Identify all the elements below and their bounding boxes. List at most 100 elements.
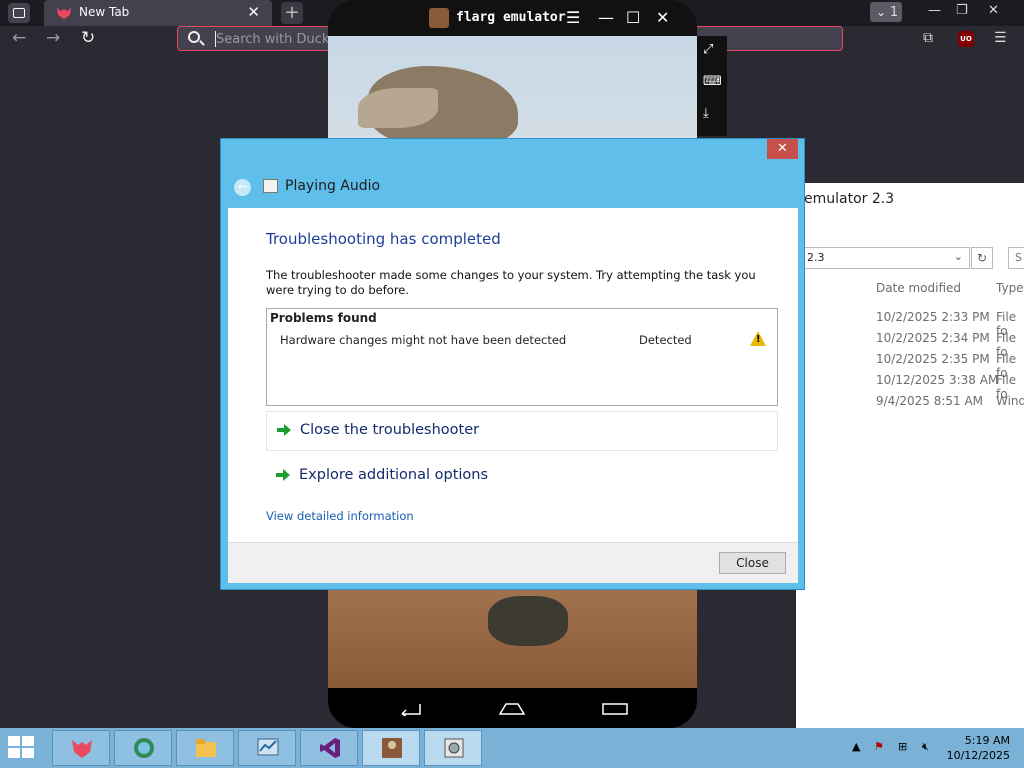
tab-count: 1 (889, 5, 899, 20)
android-nav-bar (328, 688, 697, 728)
chevron-down-icon[interactable]: ⌄ (954, 250, 963, 263)
problems-header: Problems found (270, 311, 377, 325)
windows-logo-icon (8, 748, 20, 758)
row-date[interactable]: 10/2/2025 2:35 PM (876, 352, 990, 366)
tab-list-button[interactable]: ⌄ 1 (870, 2, 902, 22)
dialog-footer: Close (228, 542, 798, 583)
troubleshooter-dialog: ✕ ← Playing Audio Troubleshooting has co… (220, 138, 805, 590)
explorer-address-text: 2.3 (807, 251, 825, 264)
forward-arrow-icon[interactable]: → (46, 28, 60, 48)
emulator-title: flarg emulator (456, 10, 566, 25)
refresh-icon[interactable]: ↻ (971, 247, 993, 269)
warning-icon (750, 331, 766, 346)
green-arrow-icon (276, 468, 290, 482)
taskbar-troubleshooter[interactable] (424, 730, 482, 766)
emulator-minimize-icon[interactable]: — (598, 8, 614, 27)
taskbar-clock[interactable]: 5:19 AM 10/12/2025 (940, 733, 1010, 763)
volume-muted-icon[interactable]: 🔇︎ (922, 740, 929, 754)
firefox-icon (72, 740, 92, 758)
network-icon[interactable]: ⊞ (898, 740, 907, 753)
extensions-puzzle-icon[interactable]: ⧉ (923, 30, 933, 46)
emulator-side-toolbar: ⤢ ⌨ ⤓ (697, 36, 727, 136)
download-apk-icon[interactable]: ⤓ (703, 106, 709, 121)
option-label: Close the troubleshooter (300, 422, 480, 438)
minimize-icon[interactable]: — (928, 3, 941, 18)
reload-icon[interactable]: ↻ (81, 28, 95, 48)
close-window-icon[interactable]: ✕ (988, 3, 999, 18)
view-detailed-information-link[interactable]: View detailed information (266, 509, 414, 523)
explorer-search-box[interactable]: S (1008, 247, 1024, 269)
start-button[interactable] (8, 736, 36, 760)
tab-new-tab[interactable]: New Tab ✕ (44, 0, 272, 26)
emulator-close-icon[interactable]: ✕ (656, 8, 669, 27)
close-button[interactable]: Close (719, 552, 786, 574)
tab-overview-button[interactable] (8, 3, 30, 23)
visual-studio-icon (320, 738, 340, 758)
monitor-chart-icon (257, 738, 279, 756)
problem-description: Hardware changes might not have been det… (280, 333, 567, 347)
vulture-feet-image (488, 596, 568, 646)
dialog-message: The troubleshooter made some changes to … (266, 268, 756, 297)
clock-date: 10/12/2025 (946, 749, 1010, 762)
folder-icon (196, 739, 216, 757)
close-troubleshooter-option[interactable]: Close the troubleshooter (266, 411, 778, 451)
problems-found-box: Problems found Hardware changes might no… (266, 308, 778, 406)
row-type[interactable]: Wind (996, 394, 1024, 408)
dialog-heading: Troubleshooting has completed (266, 230, 501, 248)
row-date[interactable]: 10/2/2025 2:34 PM (876, 331, 990, 345)
vulture-beak-image (358, 88, 438, 128)
restore-icon[interactable]: ❐ (956, 3, 968, 18)
explorer-address-bar[interactable]: 2.3 ⌄ (796, 247, 970, 269)
windows-logo-icon (22, 748, 34, 758)
taskbar-flarg-emulator[interactable] (362, 730, 420, 766)
action-center-flag-icon[interactable]: ⚑ (874, 740, 884, 753)
dialog-app-title: Playing Audio (285, 178, 381, 194)
firefox-fox-icon (57, 8, 71, 19)
chevron-up-icon[interactable]: ▲ (852, 740, 860, 753)
back-arrow-icon[interactable]: ← (12, 28, 26, 48)
back-arrow-icon[interactable]: ← (234, 179, 251, 196)
new-tab-button[interactable]: + (281, 2, 303, 24)
hamburger-menu-icon[interactable]: ☰ (994, 30, 1007, 46)
fullscreen-icon[interactable]: ⤢ (703, 42, 713, 57)
keyboard-icon[interactable]: ⌨ (703, 74, 722, 89)
taskbar-visual-studio[interactable] (300, 730, 358, 766)
file-explorer-window: emulator 2.3 2.3 ⌄ ↻ S Date modified Typ… (796, 183, 1024, 728)
globe-icon (134, 738, 154, 758)
android-home-icon[interactable] (498, 702, 526, 716)
emulator-menu-icon[interactable]: ☰ (566, 8, 580, 27)
windows-logo-icon (8, 736, 20, 746)
row-date[interactable]: 9/4/2025 8:51 AM (876, 394, 983, 408)
green-arrow-icon (277, 423, 291, 437)
windows-taskbar: ▲ ⚑ ⊞ 🔇︎ 5:19 AM 10/12/2025 (0, 728, 1024, 768)
tab-title: New Tab (79, 5, 130, 19)
ublock-origin-icon[interactable]: UO (958, 31, 974, 47)
tab-close-button[interactable]: ✕ (247, 3, 260, 21)
row-date[interactable]: 10/2/2025 2:33 PM (876, 310, 990, 324)
android-recents-icon[interactable] (602, 703, 628, 715)
explorer-title: emulator 2.3 (804, 191, 895, 207)
problem-status: Detected (639, 333, 692, 347)
dialog-body: Troubleshooting has completed The troubl… (228, 208, 798, 583)
windows-logo-icon (22, 736, 34, 746)
taskbar-network[interactable] (114, 730, 172, 766)
taskbar-firefox[interactable] (52, 730, 110, 766)
taskbar-file-explorer[interactable] (176, 730, 234, 766)
option-label: Explore additional options (299, 467, 489, 483)
emulator-icon (382, 738, 402, 758)
emulator-titlebar: flarg emulator ☰ — ☐ ✕ (328, 0, 697, 36)
android-back-icon[interactable] (396, 702, 422, 716)
emulator-logo-icon (429, 8, 449, 28)
explore-options-option[interactable]: Explore additional options (266, 457, 778, 497)
tab-overview-icon (13, 8, 25, 18)
taskbar-system-monitor[interactable] (238, 730, 296, 766)
dialog-close-icon[interactable]: ✕ (767, 139, 798, 159)
troubleshooter-icon (444, 738, 464, 758)
emulator-maximize-icon[interactable]: ☐ (626, 8, 640, 27)
column-header-type[interactable]: Type (996, 281, 1024, 295)
column-header-date[interactable]: Date modified (876, 281, 961, 295)
search-icon (188, 31, 200, 43)
clock-time: 5:19 AM (964, 734, 1010, 747)
audio-troubleshooter-icon (263, 179, 278, 193)
row-date[interactable]: 10/12/2025 3:38 AM (876, 373, 998, 387)
